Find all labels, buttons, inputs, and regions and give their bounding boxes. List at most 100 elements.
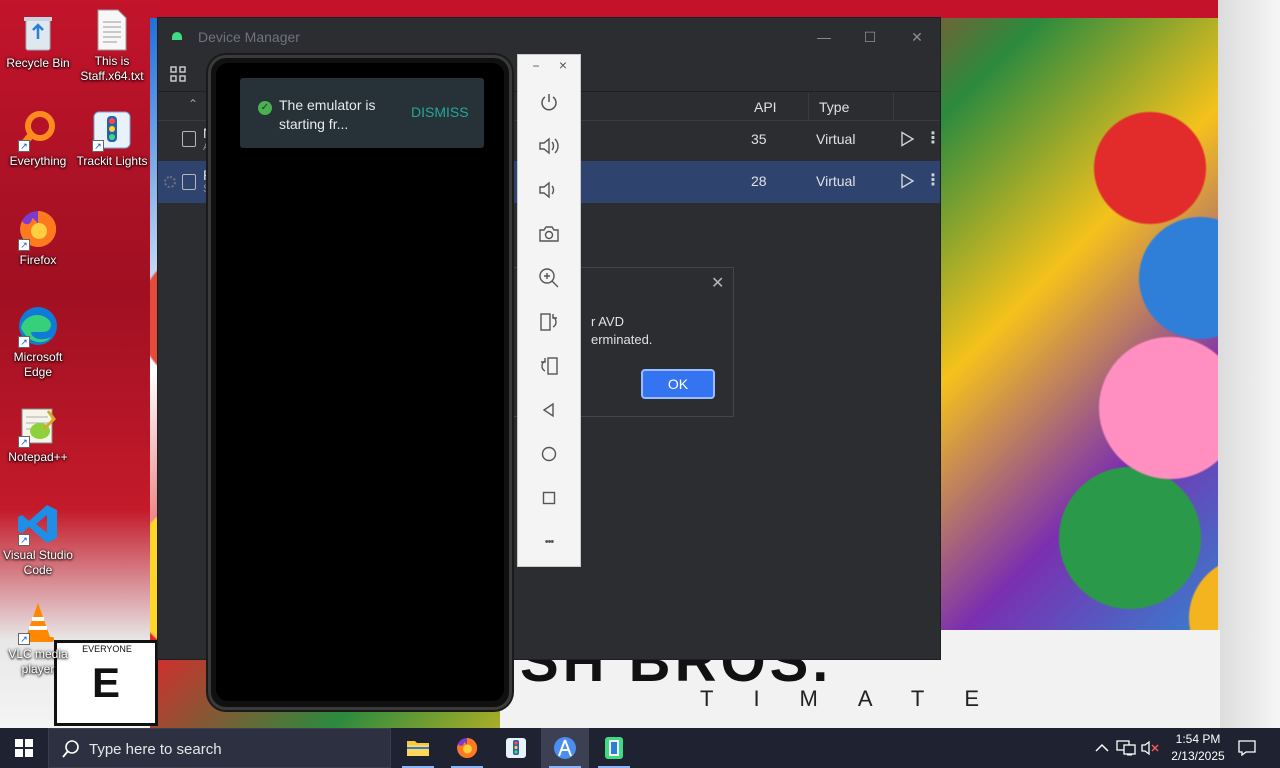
desktop-icon-recycle-bin[interactable]: Recycle Bin (0, 10, 76, 71)
shortcut-arrow-icon: ↗ (18, 436, 30, 448)
volume-up-icon[interactable] (534, 131, 564, 161)
desktop-icon-vlc[interactable]: ↗ VLC media player (0, 601, 76, 677)
device-grid-icon[interactable] (170, 66, 186, 82)
clock-time: 1:54 PM (1175, 732, 1221, 746)
text-file-icon (90, 8, 134, 52)
taskbar-firefox[interactable] (443, 728, 491, 768)
device-api: 28 (751, 173, 767, 189)
traffic-light-icon (506, 738, 526, 758)
home-icon[interactable] (534, 439, 564, 469)
taskbar-file-explorer[interactable] (394, 728, 442, 768)
desktop-icon-firefox[interactable]: ↗ Firefox (0, 207, 76, 268)
more-icon[interactable]: ••• (534, 527, 564, 557)
desktop-icon-notepad-plus-plus[interactable]: ↗ Notepad++ (0, 404, 76, 465)
clock-date: 2/13/2025 (1171, 749, 1225, 763)
desktop-icon-label: VLC media player (8, 647, 68, 676)
loading-spinner-icon (164, 176, 176, 188)
dismiss-button[interactable]: DISMISS (411, 104, 469, 120)
taskbar-clock[interactable]: 1:54 PM 2/13/2025 (1164, 731, 1232, 765)
device-type: Virtual (816, 131, 856, 147)
launch-play-icon[interactable] (899, 131, 915, 147)
power-icon[interactable] (534, 87, 564, 117)
desktop-icon-label: Recycle Bin (6, 56, 70, 70)
network-icon[interactable] (1114, 728, 1138, 768)
rotate-right-icon[interactable] (534, 351, 564, 381)
emulator-device-frame: ✓ The emulator is starting fr... DISMISS (208, 55, 512, 710)
desktop-icon-visual-studio-code[interactable]: ↗ Visual Studio Code (0, 502, 76, 578)
volume-muted-icon[interactable] (1140, 728, 1162, 768)
back-icon[interactable] (534, 395, 564, 425)
column-divider (893, 93, 894, 121)
wallpaper-subtitle: TIMATE (700, 686, 1020, 711)
desktop-icon-label: Microsoft Edge (13, 350, 63, 379)
dialog-message-line-1: r AVD (591, 314, 624, 329)
shortcut-arrow-icon: ↗ (18, 239, 30, 251)
taskbar-android-studio[interactable] (541, 728, 589, 768)
launch-play-icon[interactable] (899, 173, 915, 189)
android-studio-icon (554, 737, 576, 759)
shortcut-arrow-icon: ↗ (18, 633, 30, 645)
dialog-close-icon[interactable]: ✕ (711, 273, 724, 293)
search-icon (61, 739, 81, 759)
windows-logo-icon (15, 739, 33, 757)
desktop-icon-staff-txt[interactable]: This is Staff.x64.txt (74, 8, 150, 84)
taskbar-emulator[interactable] (590, 728, 638, 768)
start-button[interactable] (0, 728, 48, 768)
edge-icon: ↗ (16, 304, 60, 348)
taskbar-trackit[interactable] (492, 728, 540, 768)
dialog-message-line-2: erminated. (591, 332, 653, 347)
show-hidden-icons-chevron[interactable] (1092, 728, 1112, 768)
shortcut-arrow-icon: ↗ (18, 140, 30, 152)
desktop-icon-label: Visual Studio Code (3, 548, 73, 577)
search-placeholder: Type here to search (89, 741, 222, 758)
ok-button[interactable]: OK (641, 369, 715, 399)
desktop-icon-label: Firefox (19, 253, 57, 267)
folder-icon (407, 741, 429, 756)
maximize-button[interactable]: ☐ (858, 26, 882, 48)
rotate-left-icon[interactable] (534, 307, 564, 337)
vlc-cone-icon: ↗ (16, 601, 60, 645)
device-type: Virtual (816, 173, 856, 189)
toolbar-close-button[interactable]: × (555, 57, 571, 73)
volume-down-icon[interactable] (534, 175, 564, 205)
device-api: 35 (751, 131, 767, 147)
notepad-plus-plus-icon: ↗ (16, 404, 60, 448)
sort-chevron-icon[interactable]: ⌃ (188, 97, 198, 111)
more-options-icon[interactable]: ⋮ (925, 171, 941, 191)
desktop-icon-label: Trackit Lights (76, 154, 148, 168)
taskbar-search[interactable]: Type here to search (48, 728, 391, 768)
firefox-icon: ↗ (16, 207, 60, 251)
camera-icon[interactable] (534, 219, 564, 249)
emulator-phone-icon (605, 737, 623, 759)
device-phone-icon (182, 131, 196, 147)
toolbar-minimize-button[interactable]: − (528, 59, 544, 73)
snackbar-message: The emulator is starting fr... (279, 97, 376, 132)
column-api[interactable]: API (754, 99, 777, 115)
more-options-icon[interactable]: ⋮ (925, 129, 941, 149)
zoom-icon[interactable] (534, 263, 564, 293)
desktop-icon-label: This is Staff.x64.txt (80, 54, 144, 83)
android-studio-icon (172, 32, 182, 40)
vscode-icon: ↗ (16, 502, 60, 546)
close-button[interactable]: ✕ (905, 26, 929, 48)
window-titlebar[interactable]: Device Manager — ☐ ✕ (158, 18, 940, 56)
desktop-icon-microsoft-edge[interactable]: ↗ Microsoft Edge (0, 304, 76, 380)
wallpaper-right-edge (1218, 0, 1280, 728)
emulator-screen[interactable]: ✓ The emulator is starting fr... DISMISS (216, 63, 504, 701)
column-type[interactable]: Type (819, 99, 849, 115)
device-phone-icon (182, 174, 196, 190)
check-circle-icon: ✓ (258, 101, 272, 115)
traffic-light-icon: ↗ (90, 108, 134, 152)
notifications-icon[interactable] (1234, 728, 1260, 768)
emulator-snackbar: ✓ The emulator is starting fr... DISMISS (240, 78, 484, 148)
shortcut-arrow-icon: ↗ (18, 336, 30, 348)
taskbar: Type here to search 1:54 PM 2/13/2025 (0, 728, 1280, 768)
desktop-icon-label: Everything (9, 154, 67, 168)
overview-icon[interactable] (534, 483, 564, 513)
shortcut-arrow-icon: ↗ (92, 140, 104, 152)
firefox-icon (457, 737, 478, 758)
minimize-button[interactable]: — (812, 26, 836, 48)
window-title: Device Manager (198, 29, 300, 45)
desktop-icon-everything[interactable]: ↗ Everything (0, 108, 76, 169)
desktop-icon-trackit-lights[interactable]: ↗ Trackit Lights (74, 108, 150, 169)
